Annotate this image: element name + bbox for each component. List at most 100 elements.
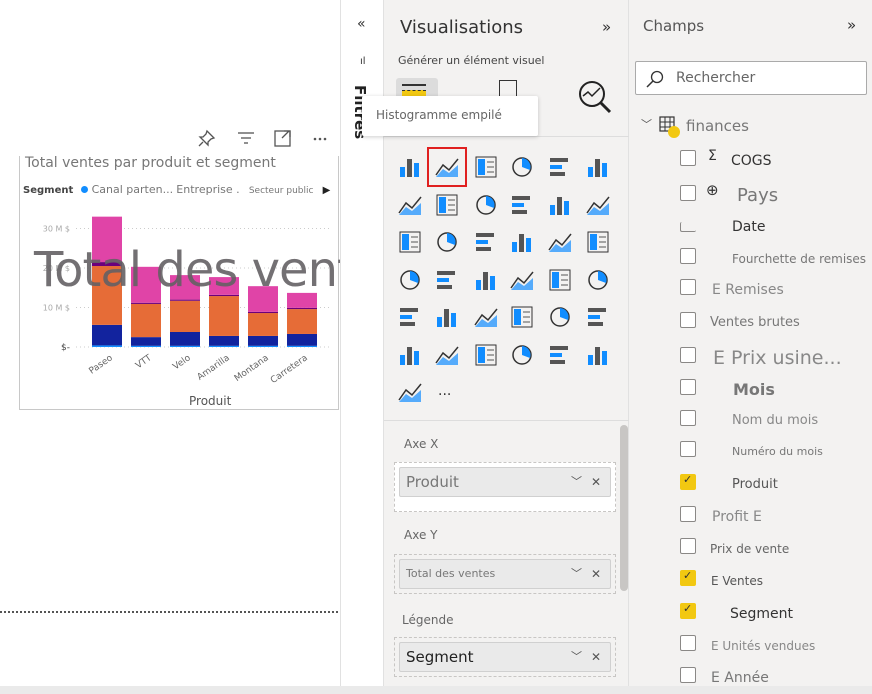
legend-field-pill[interactable]: Segment ﹀ ✕ (399, 642, 611, 672)
field-item[interactable]: ✓ Produit (629, 472, 872, 498)
field-checkbox[interactable] (680, 538, 696, 554)
more-visuals-button[interactable]: ... (438, 383, 451, 399)
legend-item[interactable]: Entreprise . (176, 183, 239, 196)
focus-mode-icon[interactable] (274, 130, 291, 147)
bar-segment[interactable] (209, 335, 239, 346)
field-item[interactable]: Profit E (629, 504, 872, 530)
y-axis-well[interactable]: Total des ventes ﹀ ✕ (394, 554, 616, 594)
100-stacked-bar-icon[interactable] (546, 153, 574, 181)
field-item[interactable]: Nom du mois (629, 408, 872, 434)
table-icon[interactable] (472, 303, 500, 331)
field-checkbox[interactable] (680, 248, 696, 264)
multi-row-card-icon[interactable] (584, 266, 612, 294)
power-automate-flow-icon[interactable] (396, 378, 424, 406)
field-checkbox[interactable] (680, 667, 696, 683)
field-checkbox[interactable] (680, 150, 696, 166)
bar-segment[interactable] (92, 345, 122, 347)
field-item[interactable]: ✓ Segment (629, 601, 872, 627)
field-checkbox[interactable] (680, 379, 696, 395)
scatter-icon[interactable] (472, 228, 500, 256)
field-checkbox[interactable] (680, 635, 696, 651)
field-item[interactable]: E Prix usine... (629, 345, 872, 371)
field-item[interactable]: Mois (629, 377, 872, 403)
x-axis-well[interactable]: Produit ﹀ ✕ (394, 462, 616, 512)
field-checkbox[interactable] (680, 347, 696, 363)
card-icon[interactable] (546, 266, 574, 294)
100-stacked-column-icon[interactable] (584, 153, 612, 181)
stacked-area-icon[interactable] (472, 191, 500, 219)
report-canvas[interactable]: Total ventes par produit et segment Segm… (0, 0, 408, 686)
bar-segment[interactable] (287, 307, 317, 310)
field-checkbox[interactable] (680, 312, 696, 328)
paginated-report-icon[interactable] (508, 341, 536, 369)
legend-item[interactable]: Canal parten... (92, 183, 173, 196)
filter-icon[interactable] (238, 132, 254, 144)
map-icon[interactable] (396, 266, 424, 294)
field-item[interactable]: E Unités vendues (629, 633, 872, 659)
chevron-down-icon[interactable]: ﹀ (641, 116, 652, 132)
waterfall-icon[interactable] (396, 228, 424, 256)
field-checkbox[interactable]: ✓ (680, 602, 696, 619)
matrix-icon[interactable] (508, 303, 536, 331)
table-name[interactable]: finances (686, 117, 749, 135)
chevron-down-icon[interactable]: ﹀ (571, 643, 582, 671)
key-influencers-icon[interactable] (584, 303, 612, 331)
bar-segment[interactable] (248, 335, 278, 346)
line-column-icon[interactable] (508, 191, 536, 219)
bar-segment[interactable] (170, 331, 200, 346)
bar-segment[interactable] (131, 337, 161, 346)
clustered-bar-icon[interactable] (472, 153, 500, 181)
close-icon[interactable]: ✕ (591, 468, 601, 496)
bar-segment[interactable] (170, 345, 200, 347)
bar-segment[interactable] (131, 303, 161, 338)
bar-segment[interactable] (248, 311, 278, 314)
double-chevron-right-icon[interactable]: » (602, 18, 611, 36)
field-item[interactable]: Ventes brutes (629, 310, 872, 336)
field-checkbox[interactable] (680, 222, 696, 232)
bar-segment[interactable] (131, 302, 161, 304)
decomposition-tree-icon[interactable] (546, 303, 574, 331)
search-input[interactable]: Rechercher (635, 61, 867, 95)
donut-icon[interactable] (546, 228, 574, 256)
chevron-down-icon[interactable]: ﹀ (571, 468, 582, 496)
qa-icon[interactable] (396, 341, 424, 369)
line-clustered-column-icon[interactable] (546, 191, 574, 219)
double-chevron-right-icon[interactable]: » (847, 16, 856, 34)
gauge-icon[interactable] (508, 266, 536, 294)
double-chevron-left-icon[interactable]: « (357, 16, 366, 32)
field-checkbox[interactable] (680, 185, 696, 201)
wells-scrollbar[interactable] (620, 425, 628, 591)
more-options-icon[interactable] (313, 137, 327, 141)
field-item[interactable]: E Remises (629, 277, 872, 303)
slicer-icon[interactable] (433, 303, 461, 331)
bar-segment[interactable] (248, 345, 278, 347)
bar-segment[interactable] (287, 333, 317, 346)
pin-icon[interactable] (198, 129, 216, 147)
treemap-icon[interactable] (584, 228, 612, 256)
field-checkbox[interactable]: ✓ (680, 569, 696, 586)
stacked-column-icon[interactable] (427, 147, 467, 187)
clustered-column-icon[interactable] (508, 153, 536, 181)
pie-icon[interactable] (508, 228, 536, 256)
close-icon[interactable]: ✕ (591, 643, 601, 671)
bar-segment[interactable] (131, 345, 161, 347)
kpi-icon[interactable] (396, 303, 424, 331)
bar-segment[interactable] (287, 345, 317, 347)
trophy-icon[interactable] (472, 341, 500, 369)
chevron-down-icon[interactable]: ﹀ (571, 560, 582, 588)
azure-map-icon[interactable] (472, 266, 500, 294)
bar-segment[interactable] (287, 309, 317, 334)
bar-segment[interactable] (92, 324, 122, 346)
filled-map-icon[interactable] (433, 266, 461, 294)
stacked-bar-icon[interactable] (396, 153, 424, 181)
field-checkbox[interactable]: ✓ (680, 473, 696, 490)
legend-well[interactable]: Segment ﹀ ✕ (394, 637, 616, 677)
legend-next-icon[interactable]: ▶ (323, 185, 331, 196)
field-checkbox[interactable] (680, 410, 696, 426)
close-icon[interactable]: ✕ (591, 560, 601, 588)
smart-narrative-icon[interactable] (433, 341, 461, 369)
bar-segment[interactable] (209, 296, 239, 336)
power-automate-icon[interactable] (584, 341, 612, 369)
line-icon[interactable] (396, 191, 424, 219)
field-item[interactable]: Prix de vente (629, 536, 872, 562)
